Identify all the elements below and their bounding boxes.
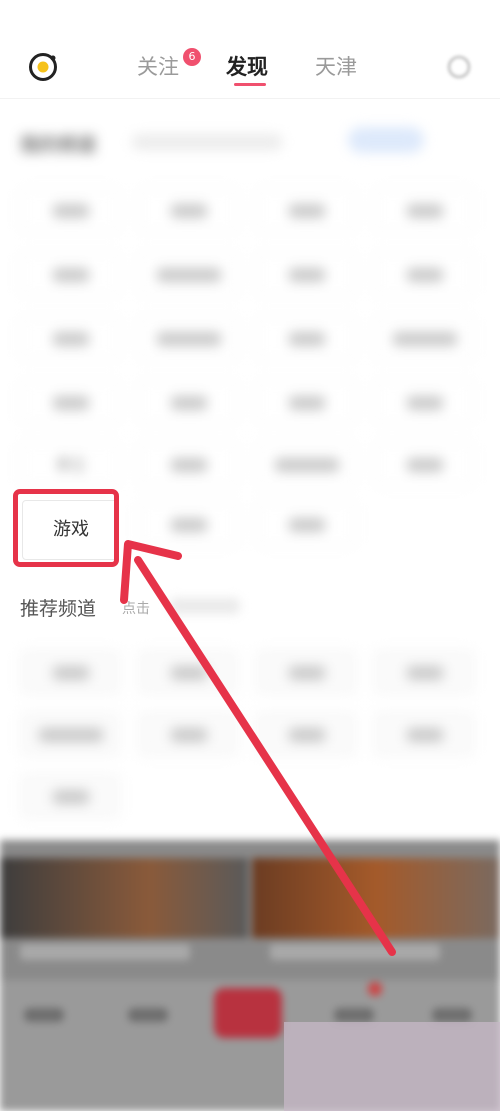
channel-chip[interactable] xyxy=(256,188,356,232)
tab-discover[interactable]: 发现 xyxy=(226,52,268,82)
recommended-chip[interactable] xyxy=(20,650,120,694)
channel-chip[interactable] xyxy=(138,502,238,546)
bottom-tab-home[interactable] xyxy=(24,1008,64,1022)
channel-chip-label: 手工 xyxy=(55,456,86,474)
channel-chip[interactable] xyxy=(20,380,120,424)
channel-panel: 我的频道 手工 xyxy=(0,100,500,840)
recommended-chip[interactable] xyxy=(20,774,120,818)
recommended-chip[interactable] xyxy=(256,712,356,756)
notification-dot xyxy=(368,982,382,996)
edit-channels-button[interactable] xyxy=(348,127,424,153)
recommended-chip[interactable] xyxy=(138,712,238,756)
tab-follow[interactable]: 关注 xyxy=(137,52,179,82)
recommended-hint: 点击 xyxy=(122,601,150,617)
channel-chip[interactable] xyxy=(138,442,238,486)
channel-chip[interactable] xyxy=(138,252,238,296)
bottom-tab-profile[interactable] xyxy=(432,1008,472,1022)
channel-chip[interactable] xyxy=(138,188,238,232)
my-channels-title: 我的频道 xyxy=(20,134,97,156)
channel-chip-handcraft[interactable]: 手工 xyxy=(20,442,120,486)
publish-button[interactable] xyxy=(214,988,282,1038)
active-tab-indicator xyxy=(234,83,266,86)
channel-chip[interactable] xyxy=(138,380,238,424)
top-nav-bar: 关注 6 发现 天津 xyxy=(0,0,500,99)
channel-chip[interactable] xyxy=(20,252,120,296)
bottom-tab-messages[interactable] xyxy=(334,1008,374,1022)
search-icon[interactable] xyxy=(446,54,472,80)
overlay-tint xyxy=(284,1022,500,1111)
recommended-channels-title: 推荐频道 xyxy=(20,598,97,620)
channel-chip[interactable] xyxy=(256,380,356,424)
channel-chip[interactable] xyxy=(256,502,356,546)
recommended-chip[interactable] xyxy=(374,650,474,694)
tab-city[interactable]: 天津 xyxy=(315,52,357,82)
follow-count-badge: 6 xyxy=(183,48,201,66)
channel-chip[interactable] xyxy=(20,188,120,232)
camera-logo-icon[interactable] xyxy=(28,52,58,82)
recommended-chip[interactable] xyxy=(20,712,120,756)
channel-chip[interactable] xyxy=(374,252,474,296)
channel-chip[interactable] xyxy=(374,188,474,232)
channel-chip[interactable] xyxy=(374,442,474,486)
annotation-highlight-box xyxy=(13,489,119,567)
feed-thumbnail xyxy=(0,858,248,938)
bottom-tab-discover[interactable] xyxy=(128,1008,168,1022)
channel-chip[interactable] xyxy=(20,316,120,360)
recommended-chip[interactable] xyxy=(374,712,474,756)
channel-chip[interactable] xyxy=(374,380,474,424)
channel-chip[interactable] xyxy=(374,316,474,360)
channel-chip[interactable] xyxy=(256,252,356,296)
feed-caption xyxy=(20,944,190,960)
recommended-chip[interactable] xyxy=(138,650,238,694)
feed-caption xyxy=(270,944,440,960)
channel-chip[interactable] xyxy=(138,316,238,360)
channel-chip[interactable] xyxy=(256,442,356,486)
feed-thumbnail xyxy=(252,858,500,938)
recommended-hint-blurred xyxy=(170,598,240,614)
my-channels-hint xyxy=(132,134,282,150)
recommended-chip[interactable] xyxy=(256,650,356,694)
channel-chip[interactable] xyxy=(256,316,356,360)
